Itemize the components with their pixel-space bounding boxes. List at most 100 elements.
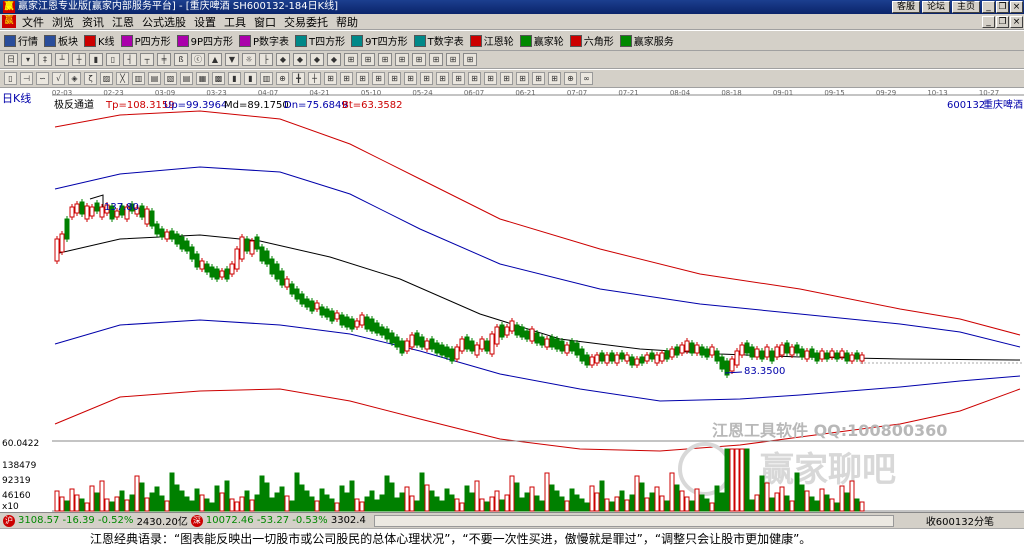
tool-button-icon[interactable]: ⊞ <box>516 72 529 85</box>
tick-detail-label[interactable]: 收600132分笔 <box>926 513 1024 528</box>
toolbar-item-3[interactable]: P四方形 <box>120 33 171 48</box>
tool-button-icon[interactable]: ⊞ <box>532 72 545 85</box>
toolbar-item-1[interactable]: 板块 <box>44 33 78 48</box>
tool-button-icon[interactable]: ▩ <box>212 72 225 85</box>
tool-button-icon[interactable]: ⊕ <box>564 72 577 85</box>
tool-button-icon[interactable]: ▦ <box>196 72 209 85</box>
tool-button-icon[interactable]: ⊞ <box>420 72 433 85</box>
tool-button-icon[interactable]: ⊕ <box>276 72 289 85</box>
tool-button-icon[interactable]: ├ <box>259 53 273 66</box>
tool-button-icon[interactable]: ⊞ <box>388 72 401 85</box>
menu-help[interactable]: 帮助 <box>332 14 362 30</box>
tool-button-icon[interactable]: ◆ <box>327 53 341 66</box>
restore-icon[interactable]: ❐ <box>996 1 1009 13</box>
tool-button-icon[interactable]: ∽ <box>36 72 49 85</box>
toolbar-item-2[interactable]: K线 <box>84 33 115 48</box>
tool-button-icon[interactable]: √ <box>52 72 65 85</box>
tool-button-icon[interactable]: ◈ <box>68 72 81 85</box>
horizontal-scrollbar[interactable] <box>373 514 894 527</box>
tool-button-icon[interactable]: ◆ <box>276 53 290 66</box>
toolbar-item-0[interactable]: 行情 <box>4 33 38 48</box>
tool-button-icon[interactable]: ⊞ <box>378 53 392 66</box>
menu-gann[interactable]: 江恩 <box>108 14 138 30</box>
toolbar-item-12[interactable]: 赢家服务 <box>619 33 674 48</box>
tool-button-icon[interactable]: ⊞ <box>412 53 426 66</box>
tool-button-icon[interactable]: ┼ <box>72 53 86 66</box>
child-close-icon[interactable]: × <box>1010 15 1023 28</box>
tool-button-icon[interactable]: ⊞ <box>404 72 417 85</box>
toolbar-item-4[interactable]: 9P四方形 <box>176 33 233 48</box>
tool-button-icon[interactable]: ∞ <box>580 72 593 85</box>
forum-button[interactable]: 论坛 <box>921 1 950 13</box>
tool-button-icon[interactable]: ⊞ <box>436 72 449 85</box>
tool-button-icon[interactable]: ▼ <box>225 53 239 66</box>
kline-chart[interactable]: 日K线 极反通道 Tp=108.3159 Up=99.3964 Md=89.17… <box>0 89 1024 512</box>
toolbar-item-10[interactable]: 赢家轮 <box>519 33 564 48</box>
tool-button-icon[interactable]: ▲ <box>208 53 222 66</box>
tool-button-icon[interactable]: ⊞ <box>356 72 369 85</box>
menu-file[interactable]: 文件 <box>18 14 48 30</box>
tool-button-icon[interactable]: ß <box>174 53 188 66</box>
tool-button-icon[interactable]: ▮ <box>89 53 103 66</box>
tool-button-icon[interactable]: ◆ <box>310 53 324 66</box>
close-icon[interactable]: × <box>1010 1 1023 13</box>
tool-button-icon[interactable]: ⓒ <box>191 53 205 66</box>
tool-button-icon[interactable]: ▯ <box>106 53 120 66</box>
tool-button-icon[interactable]: ▤ <box>180 72 193 85</box>
tool-button-icon[interactable]: ⊣ <box>20 72 33 85</box>
tool-button-icon[interactable]: ⊞ <box>344 53 358 66</box>
tool-button-icon[interactable]: 日 <box>4 53 18 66</box>
child-restore-icon[interactable]: ❐ <box>996 15 1009 28</box>
toolbar-item-6[interactable]: T四方形 <box>295 33 345 48</box>
tool-button-icon[interactable]: ⊞ <box>340 72 353 85</box>
tool-button-icon[interactable]: ⊞ <box>548 72 561 85</box>
toolbar-item-8[interactable]: T数字表 <box>413 33 464 48</box>
tool-button-icon[interactable]: ┼ <box>308 72 321 85</box>
tool-button-icon[interactable]: ┬ <box>140 53 154 66</box>
tool-button-icon[interactable]: ⊞ <box>484 72 497 85</box>
tool-button-icon[interactable]: ⊞ <box>468 72 481 85</box>
tool-button-icon[interactable]: ⊞ <box>446 53 460 66</box>
tool-button-icon[interactable]: ┴ <box>55 53 69 66</box>
tool-button-icon[interactable]: ⊞ <box>500 72 513 85</box>
menu-logo-icon[interactable]: 赢 <box>2 15 16 28</box>
menu-news[interactable]: 资讯 <box>78 14 108 30</box>
service-button[interactable]: 客服 <box>891 1 920 13</box>
tool-button-icon[interactable]: ☼ <box>242 53 256 66</box>
tool-button-icon[interactable]: ▥ <box>260 72 273 85</box>
menu-trade[interactable]: 交易委托 <box>280 14 332 30</box>
tool-button-icon[interactable]: ⊞ <box>429 53 443 66</box>
tool-button-icon[interactable]: ⊞ <box>372 72 385 85</box>
tool-button-icon[interactable]: ▮ <box>228 72 241 85</box>
tool-button-icon[interactable]: ┤ <box>123 53 137 66</box>
tool-button-icon[interactable]: ▯ <box>4 72 17 85</box>
menu-tools[interactable]: 工具 <box>220 14 250 30</box>
tool-button-icon[interactable]: ▨ <box>100 72 113 85</box>
tool-button-icon[interactable]: ▤ <box>148 72 161 85</box>
tool-button-icon[interactable]: ▥ <box>132 72 145 85</box>
toolbar-item-11[interactable]: 六角形 <box>569 33 614 48</box>
tool-button-icon[interactable]: ‡ <box>38 53 52 66</box>
tool-button-icon[interactable]: ⊞ <box>361 53 375 66</box>
tool-button-icon[interactable]: ⊞ <box>452 72 465 85</box>
menu-settings[interactable]: 设置 <box>190 14 220 30</box>
tool-button-icon[interactable]: ╪ <box>157 53 171 66</box>
child-minimize-icon[interactable]: _ <box>982 15 995 28</box>
tool-button-icon[interactable]: ⊞ <box>324 72 337 85</box>
minimize-icon[interactable]: _ <box>982 1 995 13</box>
toolbar-item-7[interactable]: 9T四方形 <box>351 33 408 48</box>
tool-button-icon[interactable]: ⊞ <box>463 53 477 66</box>
toolbar-item-5[interactable]: P数字表 <box>239 33 289 48</box>
tool-button-icon[interactable]: ζ <box>84 72 97 85</box>
chart-svg[interactable]: 日K线 极反通道 Tp=108.3159 Up=99.3964 Md=89.17… <box>0 89 1024 512</box>
tool-button-icon[interactable]: ▧ <box>164 72 177 85</box>
tool-button-icon[interactable]: ╋ <box>292 72 305 85</box>
tool-button-icon[interactable]: ╳ <box>116 72 129 85</box>
menu-formula[interactable]: 公式选股 <box>138 14 190 30</box>
tool-button-icon[interactable]: ⊞ <box>395 53 409 66</box>
menu-window[interactable]: 窗口 <box>250 14 280 30</box>
menu-browse[interactable]: 浏览 <box>48 14 78 30</box>
homepage-button[interactable]: 主页 <box>951 1 980 13</box>
tool-button-icon[interactable]: ▾ <box>21 53 35 66</box>
toolbar-item-9[interactable]: 江恩轮 <box>469 33 514 48</box>
